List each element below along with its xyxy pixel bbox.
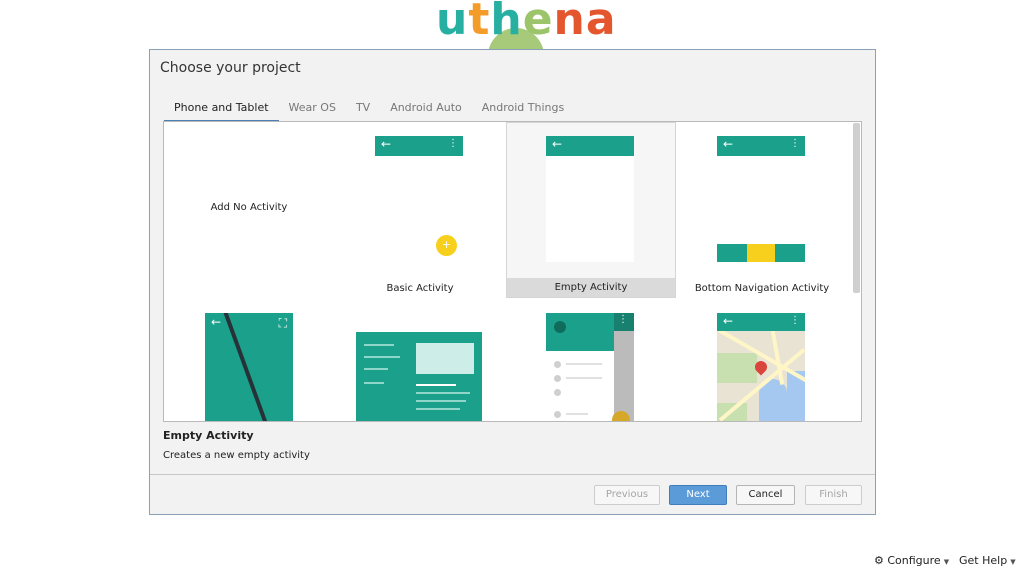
template-label: Add No Activity [210,202,288,213]
next-button[interactable]: Next [669,485,727,505]
bottom-nav-bar [717,244,805,262]
drawer-item-icon [554,411,561,418]
choose-project-dialog: Choose your project Phone and Tablet Wea… [149,49,876,515]
app-bar: ← ⋮ [375,136,463,156]
form-factor-tabs: Phone and Tablet Wear OS TV Android Auto… [164,96,574,122]
uthena-logo: uthena [436,0,616,68]
back-arrow-icon: ← [723,314,734,328]
fab-icon [612,411,630,421]
template-label: Bottom Navigation Activity [694,283,830,294]
template-add-no-activity[interactable]: Add No Activity [164,122,334,298]
list-line [364,356,400,358]
list-line [364,382,384,384]
previous-button[interactable]: Previous [594,485,660,505]
phone-preview: ← [546,136,634,262]
configure-menu[interactable]: ⚙ Configure ▼ [874,554,949,567]
diagonal-line [220,313,272,421]
drawer-item-line [566,413,588,415]
list-line [364,344,394,346]
drawer-item-icon [554,361,561,368]
template-bottom-navigation-activity[interactable]: ← ⋮ Bottom Navigation Activity [677,122,847,298]
drawer-item-icon [554,375,561,382]
app-bar: ← ⋮ [717,313,805,331]
template-navigation-drawer-thumbnail[interactable]: ⋮ [546,313,634,421]
drawer-item-line [566,377,602,379]
get-help-menu[interactable]: Get Help ▼ [959,554,1016,567]
back-arrow-icon: ← [723,137,734,151]
back-arrow-icon: ← [381,137,392,151]
tab-android-auto[interactable]: Android Auto [380,96,472,122]
template-fullscreen-activity-thumbnail[interactable]: ← ⛶ [205,313,293,421]
tab-android-things[interactable]: Android Things [472,96,574,122]
template-description-text: Creates a new empty activity [163,450,310,461]
overflow-menu-icon: ⋮ [618,314,628,325]
dialog-title: Choose your project [160,60,301,76]
app-bar: ← [546,136,634,156]
finish-button[interactable]: Finish [805,485,862,505]
configure-label: Configure [887,554,941,567]
template-label: Empty Activity [507,278,675,297]
logo-letter: u [436,0,469,45]
template-empty-activity[interactable]: ← Empty Activity [506,122,676,298]
logo-letter: h [490,0,523,45]
drawer-item-line [566,363,602,365]
bottom-nav-active-item [747,244,775,262]
tab-tv[interactable]: TV [346,96,380,122]
map-park [717,353,757,383]
detail-line [416,384,456,386]
logo-wordmark: uthena [436,0,617,45]
get-help-label: Get Help [959,554,1008,567]
detail-line [416,408,460,410]
chevron-down-icon: ▼ [943,558,950,566]
chevron-down-icon: ▼ [1010,558,1016,566]
back-arrow-icon: ← [211,315,222,329]
template-description-title: Empty Activity [163,429,254,442]
template-gallery: Add No Activity ← ⋮ + Basic Activity ← E… [163,121,862,422]
logo-letter: a [585,0,617,45]
app-bar: ← ⋮ [717,136,805,156]
detail-line [416,400,466,402]
fab-icon: + [436,235,457,256]
template-google-maps-thumbnail[interactable]: ← ⋮ [717,313,805,421]
tab-wear-os[interactable]: Wear OS [279,96,346,122]
back-arrow-icon: ← [552,137,563,151]
phone-preview: ← ⋮ [717,136,805,262]
logo-letter: n [553,0,586,45]
app-bar: ⋮ [614,313,634,331]
drawer-panel [546,313,614,421]
list-line [364,368,388,370]
detail-panel [416,343,474,374]
fullscreen-icon: ⛶ [278,316,287,330]
drawer-item-icon [554,389,561,396]
drawer-header [546,313,614,351]
cancel-button[interactable]: Cancel [736,485,795,505]
logo-letter: e [522,0,554,45]
gear-icon: ⚙ [874,554,884,567]
divider [150,474,875,475]
template-master-detail-thumbnail[interactable] [356,332,482,421]
avatar [554,321,566,333]
plus-icon: + [441,238,452,251]
overflow-menu-icon: ⋮ [790,315,800,326]
overflow-menu-icon: ⋮ [448,138,458,149]
detail-line [416,392,470,394]
overflow-menu-icon: ⋮ [790,138,800,149]
template-label: Basic Activity [386,283,454,294]
template-basic-activity[interactable]: ← ⋮ + Basic Activity [335,122,505,298]
gallery-scrollbar[interactable] [853,123,860,293]
tab-phone-and-tablet[interactable]: Phone and Tablet [164,96,279,122]
logo-letter: t [468,0,491,45]
phone-preview: ← ⋮ + [375,136,463,262]
